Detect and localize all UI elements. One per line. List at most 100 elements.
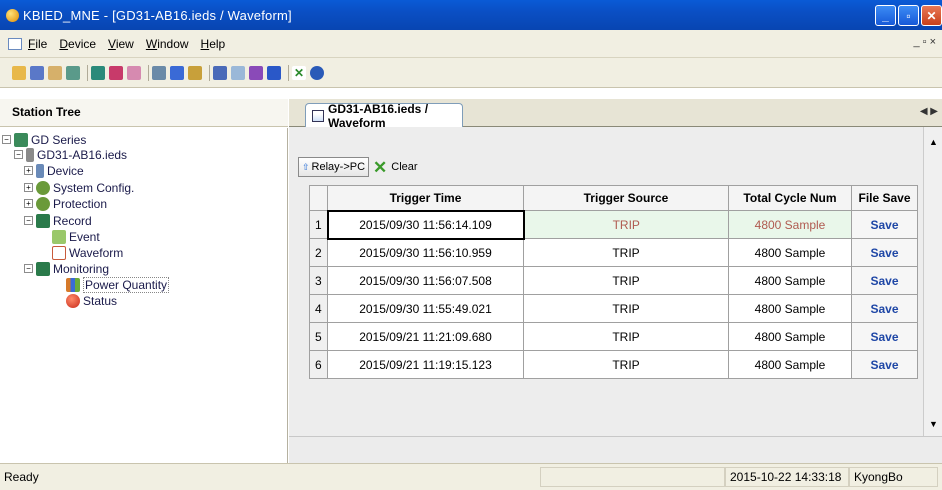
- title-bar[interactable]: KBIED_MNE - [GD31-AB16.ieds / Waveform] …: [0, 0, 942, 30]
- tree-node-gd-series[interactable]: − GD Series: [2, 132, 86, 147]
- menu-device[interactable]: Device: [59, 37, 96, 51]
- record-icon[interactable]: [170, 65, 184, 80]
- save-icon[interactable]: [30, 65, 44, 80]
- help-icon[interactable]: [310, 65, 324, 80]
- print-icon[interactable]: [66, 65, 80, 80]
- trigger-time-cell[interactable]: 2015/09/30 11:56:07.508: [327, 266, 524, 295]
- total-cycle-cell[interactable]: 4800 Sample: [728, 294, 852, 323]
- save-button[interactable]: Save: [851, 350, 918, 379]
- waveform-icon: [52, 245, 66, 260]
- table-row[interactable]: 3 2015/09/30 11:56:07.508 TRIP 4800 Samp…: [309, 266, 918, 295]
- trigger-time-cell[interactable]: 2015/09/30 11:56:10.959: [327, 238, 524, 267]
- config-icon[interactable]: [91, 65, 105, 80]
- trigger-source-cell[interactable]: TRIP: [523, 350, 729, 379]
- scroll-up-icon[interactable]: ▲: [929, 137, 938, 147]
- document-icon[interactable]: [8, 37, 22, 50]
- tree-node-device[interactable]: + Device: [24, 163, 84, 178]
- status-empty-pane: [540, 467, 725, 487]
- total-cycle-cell[interactable]: 4800 Sample: [728, 266, 852, 295]
- chart-icon[interactable]: [231, 65, 245, 80]
- save-button[interactable]: Save: [851, 294, 918, 323]
- save-button[interactable]: Save: [851, 210, 918, 239]
- total-cycle-cell[interactable]: 4800 Sample: [728, 350, 852, 379]
- tree-node-power-quantity[interactable]: Power Quantity: [66, 276, 170, 293]
- tree-node-system-config[interactable]: + System Config.: [24, 180, 134, 195]
- mdi-controls[interactable]: _ ▫ ×: [913, 36, 936, 48]
- table-row[interactable]: 5 2015/09/21 11:21:09.680 TRIP 4800 Samp…: [309, 322, 918, 351]
- tab-waveform[interactable]: GD31-AB16.ieds / Waveform: [305, 102, 463, 130]
- toolbar: ✕: [0, 58, 942, 88]
- action-bar: ⇧ Relay->PC ✕ Clear: [298, 157, 418, 177]
- save-button[interactable]: Save: [851, 238, 918, 267]
- minimize-icon[interactable]: _: [875, 5, 896, 26]
- col-header-total-cycle[interactable]: Total Cycle Num: [728, 185, 852, 211]
- trigger-source-cell[interactable]: TRIP: [523, 266, 729, 295]
- scroll-down-icon[interactable]: ▼: [929, 419, 938, 429]
- menu-file[interactable]: File: [28, 37, 47, 51]
- expand-icon[interactable]: +: [24, 166, 33, 175]
- disconnect-icon[interactable]: [127, 65, 141, 80]
- tree-node-waveform[interactable]: Waveform: [52, 245, 123, 260]
- table-row[interactable]: 2 2015/09/30 11:56:10.959 TRIP 4800 Samp…: [309, 238, 918, 267]
- total-cycle-cell[interactable]: 4800 Sample: [728, 322, 852, 351]
- tree-node-status[interactable]: Status: [66, 293, 117, 308]
- col-header-file-save[interactable]: File Save: [851, 185, 918, 211]
- trigger-source-cell[interactable]: TRIP: [523, 210, 729, 239]
- document-icon: [312, 109, 324, 122]
- close-doc-icon[interactable]: ✕: [292, 65, 306, 80]
- collapse-icon[interactable]: −: [2, 135, 11, 144]
- relay-to-pc-button[interactable]: ⇧ Relay->PC: [298, 157, 370, 177]
- grid-icon[interactable]: [213, 65, 227, 80]
- gear-icon: [36, 196, 50, 211]
- measure-icon[interactable]: [249, 65, 263, 80]
- vertical-scrollbar[interactable]: ▲ ▼: [923, 127, 942, 436]
- export-icon[interactable]: [267, 65, 281, 80]
- tree-node-protection[interactable]: + Protection: [24, 196, 107, 211]
- tree-node-record[interactable]: − Record: [24, 213, 92, 228]
- settings-icon[interactable]: [152, 65, 166, 80]
- open-icon[interactable]: [12, 65, 26, 80]
- save-button[interactable]: Save: [851, 322, 918, 351]
- tab-scroll-arrows[interactable]: ◀ ▶: [920, 106, 938, 117]
- report-icon[interactable]: [188, 65, 202, 80]
- trigger-source-cell[interactable]: TRIP: [523, 294, 729, 323]
- trigger-time-cell[interactable]: 2015/09/30 11:56:14.109: [326, 209, 525, 240]
- expand-icon[interactable]: +: [24, 183, 33, 192]
- menu-help[interactable]: Help: [201, 37, 226, 51]
- collapse-icon[interactable]: −: [14, 150, 23, 159]
- total-cycle-cell[interactable]: 4800 Sample: [728, 210, 852, 239]
- col-header-trigger-time[interactable]: Trigger Time: [327, 185, 524, 211]
- trigger-source-cell[interactable]: TRIP: [523, 238, 729, 267]
- collapse-icon[interactable]: −: [24, 216, 33, 225]
- total-cycle-cell[interactable]: 4800 Sample: [728, 238, 852, 267]
- trigger-time-cell[interactable]: 2015/09/21 11:19:15.123: [327, 350, 524, 379]
- ied-icon: [26, 147, 34, 162]
- event-icon: [52, 229, 66, 244]
- save-all-icon[interactable]: [48, 65, 62, 80]
- table-row[interactable]: 4 2015/09/30 11:55:49.021 TRIP 4800 Samp…: [309, 294, 918, 323]
- status-ready: Ready: [4, 470, 39, 484]
- trigger-source-cell[interactable]: TRIP: [523, 322, 729, 351]
- row-index: 1: [309, 210, 328, 239]
- trigger-time-cell[interactable]: 2015/09/21 11:21:09.680: [327, 322, 524, 351]
- tree-node-monitoring[interactable]: − Monitoring: [24, 261, 109, 276]
- menu-window[interactable]: Window: [146, 37, 189, 51]
- close-icon[interactable]: ✕: [921, 5, 942, 26]
- tree-node-event[interactable]: Event: [52, 229, 100, 244]
- trigger-time-cell[interactable]: 2015/09/30 11:55:49.021: [327, 294, 524, 323]
- connect-icon[interactable]: [109, 65, 123, 80]
- menu-view[interactable]: View: [108, 37, 134, 51]
- save-button[interactable]: Save: [851, 266, 918, 295]
- restore-icon[interactable]: ▫: [898, 5, 919, 26]
- monitor-icon: [36, 261, 50, 276]
- toolbar-separator: [209, 64, 210, 81]
- tree-node-device-file[interactable]: − GD31-AB16.ieds: [14, 147, 127, 162]
- clear-button[interactable]: ✕ Clear: [373, 159, 418, 176]
- table-row[interactable]: 1 2015/09/30 11:56:14.109 TRIP 4800 Samp…: [309, 209, 918, 240]
- table-row[interactable]: 6 2015/09/21 11:19:15.123 TRIP 4800 Samp…: [309, 350, 918, 379]
- col-header-trigger-source[interactable]: Trigger Source: [523, 185, 729, 211]
- expand-icon[interactable]: +: [24, 199, 33, 208]
- status-bar: Ready 2015-10-22 14:33:18 KyongBo: [0, 463, 942, 490]
- collapse-icon[interactable]: −: [24, 264, 33, 273]
- app-icon: [6, 8, 19, 22]
